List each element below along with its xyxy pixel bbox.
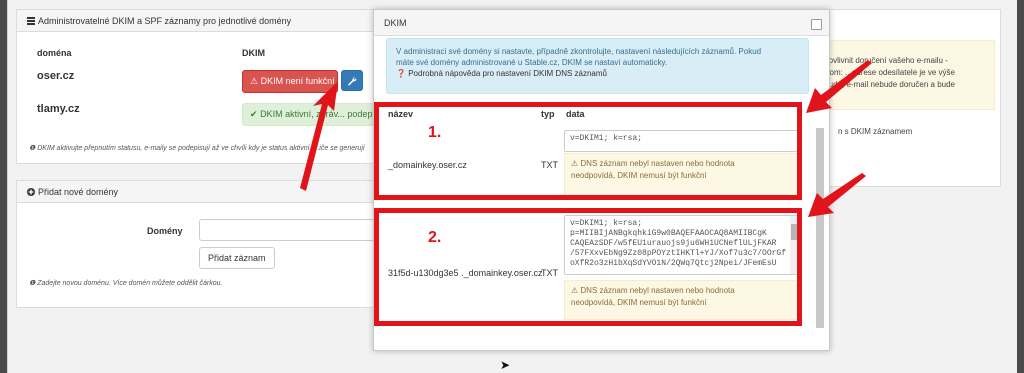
arrow-to-settings	[300, 81, 338, 191]
arrow-to-box-2	[808, 173, 866, 217]
mouse-cursor-icon: ➤	[500, 358, 511, 372]
annotation-arrows	[300, 60, 872, 217]
arrow-to-box-1	[806, 60, 872, 113]
